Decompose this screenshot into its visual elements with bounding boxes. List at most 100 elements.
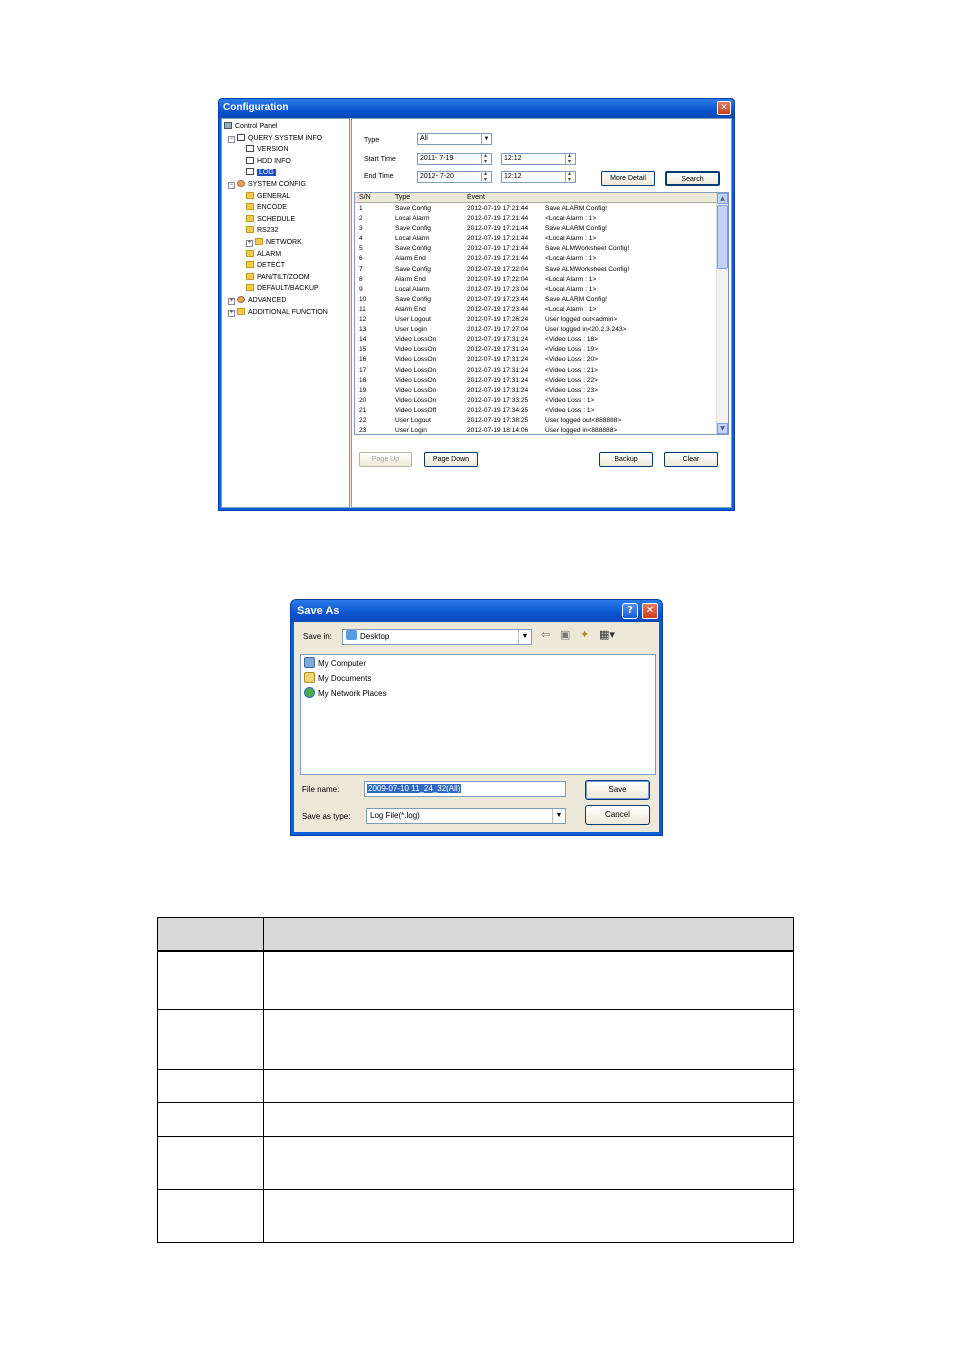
doc-icon	[246, 168, 254, 176]
table-row[interactable]: 19 Video LossOn 2012-07-19 17:31:24 <Video …	[355, 386, 716, 396]
start-time-field[interactable]: 12:12	[501, 151, 576, 167]
tree-item-control-panel[interactable]: Control Panel	[224, 122, 277, 132]
table-row[interactable]: 11 Alarm End 2012-07-19 17:23:44 <Local Ala…	[355, 305, 716, 315]
tree-item-system-config[interactable]: − SYSTEM CONFIG	[228, 180, 306, 190]
up-folder-icon[interactable]: ▣	[560, 628, 570, 641]
spinner-icon[interactable]	[481, 169, 491, 185]
view-menu-icon[interactable]: ▦▾	[599, 628, 615, 641]
tree-item-network[interactable]: + NETWORK	[246, 238, 302, 248]
tree-item-general[interactable]: GENERAL	[246, 191, 290, 202]
end-time-field[interactable]: 12:12	[501, 169, 576, 185]
collapse-icon[interactable]: −	[228, 135, 235, 143]
expand-icon[interactable]: +	[228, 309, 235, 317]
expand-icon[interactable]: +	[228, 298, 235, 305]
tree-item-additional-function[interactable]: + ADDITIONAL FUNCTION	[228, 307, 328, 318]
table-row[interactable]: 13 User Login 2012-07-19 17:27:04 User logg…	[355, 325, 716, 335]
tree-item-log[interactable]: LOG	[246, 168, 276, 178]
tree-item-alarm[interactable]: ALARM	[246, 249, 281, 260]
log-event: <Video Loss : 20>	[545, 356, 599, 364]
table-row[interactable]: 1 Save Config 2012-07-19 17:21:44 Save ALAR…	[355, 204, 716, 214]
tree-item-encode[interactable]: ENCODE	[246, 203, 287, 213]
table-row[interactable]: 5 Save Config 2012-07-19 17:21:44 Save ALMW…	[355, 244, 716, 254]
doc-icon	[246, 145, 254, 153]
table-row[interactable]: 9 Local Alarm 2012-07-19 17:23:04 <Local Al…	[355, 285, 716, 295]
spinner-icon[interactable]	[481, 151, 491, 167]
tree-item-pan-tilt-zoom[interactable]: PAN/TILT/ZOOM	[246, 272, 310, 283]
tree-item-version[interactable]: VERSION	[246, 145, 289, 155]
column-sn[interactable]: S/N	[359, 194, 371, 201]
table-row[interactable]: 2 Local Alarm 2012-07-19 17:21:44 <Local Al…	[355, 214, 716, 224]
log-time: 2012-07-19 17:23:04	[467, 285, 529, 293]
table-row[interactable]: 20 Video LossOn 2012-07-19 17:33:25 <Video …	[355, 396, 716, 406]
table-row[interactable]: 17 Video LossOn 2012-07-19 17:31:24 <Video …	[355, 366, 716, 376]
desktop-icon	[346, 630, 357, 640]
vertical-scrollbar[interactable]: ▲ ▼	[716, 193, 728, 434]
help-icon[interactable]: ?	[622, 603, 638, 619]
close-icon[interactable]: ✕	[642, 603, 658, 619]
table-row[interactable]: 12 User Logout 2012-07-19 17:26:24 User log…	[355, 315, 716, 325]
log-event: <Local Alarm : 1>	[545, 275, 597, 283]
spinner-icon[interactable]	[565, 169, 575, 185]
save-in-select[interactable]: Desktop ▼	[342, 629, 532, 645]
file-name-field[interactable]: 2009-07-10 11_24_32(All)	[364, 781, 566, 797]
tree-item-schedule[interactable]: SCHEDULE	[246, 214, 295, 225]
table-row[interactable]: 15 Video LossOn 2012-07-19 17:31:24 <Video …	[355, 345, 716, 355]
table-row[interactable]: 14 Video LossOn 2012-07-19 17:31:24 <Video …	[355, 335, 716, 345]
page-down-button[interactable]: Page Down	[424, 452, 478, 467]
folder-icon	[246, 226, 254, 234]
list-item[interactable]: My Computer	[304, 657, 366, 671]
log-time: 2012-07-19 18:14:06	[467, 427, 529, 435]
tree-item-query-system-info[interactable]: − QUERY SYSTEM INFO	[228, 133, 322, 144]
start-date-field[interactable]: 2011- 7-19	[417, 151, 492, 167]
log-time: 2012-07-19 17:31:24	[467, 376, 529, 384]
column-event[interactable]: Event	[467, 194, 485, 201]
type-select[interactable]: All ▼	[417, 133, 492, 145]
log-event: <Video Loss : 21>	[545, 366, 599, 374]
cancel-button[interactable]: Cancel	[585, 805, 650, 825]
expand-icon[interactable]: +	[246, 240, 253, 247]
tree-item-detect[interactable]: DETECT	[246, 261, 285, 271]
clear-button[interactable]: Clear	[664, 452, 718, 467]
scroll-thumb[interactable]	[717, 205, 728, 269]
column-type[interactable]: Type	[395, 194, 410, 201]
table-row[interactable]: 3 Save Config 2012-07-19 17:21:44 Save ALAR…	[355, 224, 716, 234]
more-detail-button[interactable]: More Detail	[601, 171, 655, 186]
page-up-button[interactable]: Page Up	[359, 452, 412, 467]
log-type: Video LossOff	[395, 406, 437, 414]
tree-item-default-backup[interactable]: DEFAULT/BACKUP	[246, 284, 319, 294]
backup-button[interactable]: Backup	[599, 452, 653, 467]
table-row[interactable]: 21 Video LossOff 2012-07-19 17:34:25 <Video…	[355, 406, 716, 416]
table-row[interactable]: 7 Save Config 2012-07-19 17:22:04 Save ALMW…	[355, 265, 716, 275]
table-row[interactable]: 23 User Login 2012-07-19 18:14:06 User logg…	[355, 426, 716, 435]
close-icon[interactable]: ✕	[717, 101, 731, 115]
back-icon[interactable]: ⇦	[541, 628, 550, 641]
table-row[interactable]: 10 Save Config 2012-07-19 17:23:44 Save ALA…	[355, 295, 716, 305]
table-row[interactable]: 4 Local Alarm 2012-07-19 17:21:44 <Local Al…	[355, 234, 716, 244]
log-sn: 22	[359, 416, 367, 424]
save-button[interactable]: Save	[585, 780, 650, 800]
save-type-select[interactable]: Log File(*.log) ▼	[366, 808, 566, 824]
log-sn: 8	[359, 275, 363, 283]
collapse-icon[interactable]: −	[228, 182, 235, 189]
save-as-titlebar[interactable]: Save As ? ✕	[291, 600, 662, 622]
list-item[interactable]: My Documents	[304, 672, 371, 686]
table-row[interactable]: 16 Video LossOn 2012-07-19 17:31:24 <Video …	[355, 355, 716, 365]
configuration-titlebar[interactable]: Configuration ✕	[219, 99, 734, 118]
tree-item-hdd-info[interactable]: HDD INFO	[246, 156, 291, 167]
spinner-icon[interactable]	[565, 151, 575, 167]
scroll-down-icon[interactable]: ▼	[717, 423, 728, 434]
tree-item-advanced[interactable]: + ADVANCED	[228, 296, 286, 306]
table-row[interactable]: 18 Video LossOn 2012-07-19 17:31:24 <Video …	[355, 376, 716, 386]
table-row[interactable]: 8 Alarm End 2012-07-19 17:22:04 <Local Alar…	[355, 275, 716, 285]
list-item[interactable]: My Network Places	[304, 687, 386, 701]
table-row[interactable]: 22 User Logout 2012-07-19 17:38:25 User log…	[355, 416, 716, 426]
tree-item-rs232[interactable]: RS232	[246, 226, 278, 236]
chevron-down-icon: ▼	[552, 809, 565, 823]
log-type: User Login	[395, 326, 427, 334]
table-row[interactable]: 6 Alarm End 2012-07-19 17:21:44 <Local Alar…	[355, 254, 716, 264]
log-time: 2012-07-19 17:23:44	[467, 305, 529, 313]
scroll-up-icon[interactable]: ▲	[717, 193, 728, 204]
end-date-field[interactable]: 2012- 7-20	[417, 169, 492, 185]
new-folder-icon[interactable]: ✦	[580, 628, 589, 641]
search-button[interactable]: Search	[665, 171, 720, 186]
